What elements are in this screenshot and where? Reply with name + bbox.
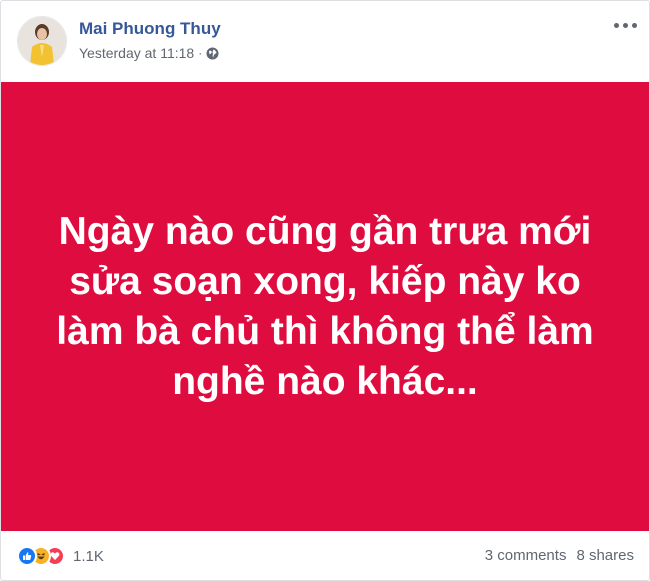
reactions-summary[interactable]: 1.1K [17,546,104,566]
globe-icon[interactable] [206,47,219,60]
post-stats: 3 comments 8 shares [485,547,634,564]
post-meta: Yesterday at 11:18 · [79,45,219,61]
post-text: Ngày nào cũng gần trưa mới sửa soạn xong… [56,209,594,403]
meta-separator: · [198,46,203,60]
post-footer: 1.1K 3 comments 8 shares [1,531,649,580]
avatar[interactable] [17,16,67,66]
post-timestamp[interactable]: Yesterday at 11:18 [79,45,194,61]
post-card: Mai Phuong Thuy Yesterday at 11:18 · Ngà… [0,0,650,581]
reaction-count[interactable]: 1.1K [73,548,104,565]
shares-count[interactable]: 8 shares [576,547,634,564]
author-name[interactable]: Mai Phuong Thuy [79,19,221,39]
post-body: Ngày nào cũng gần trưa mới sửa soạn xong… [1,82,649,531]
post-header: Mai Phuong Thuy Yesterday at 11:18 · [1,1,649,81]
more-options-icon[interactable] [611,15,639,35]
comments-count[interactable]: 3 comments [485,547,567,564]
like-icon [17,546,37,566]
